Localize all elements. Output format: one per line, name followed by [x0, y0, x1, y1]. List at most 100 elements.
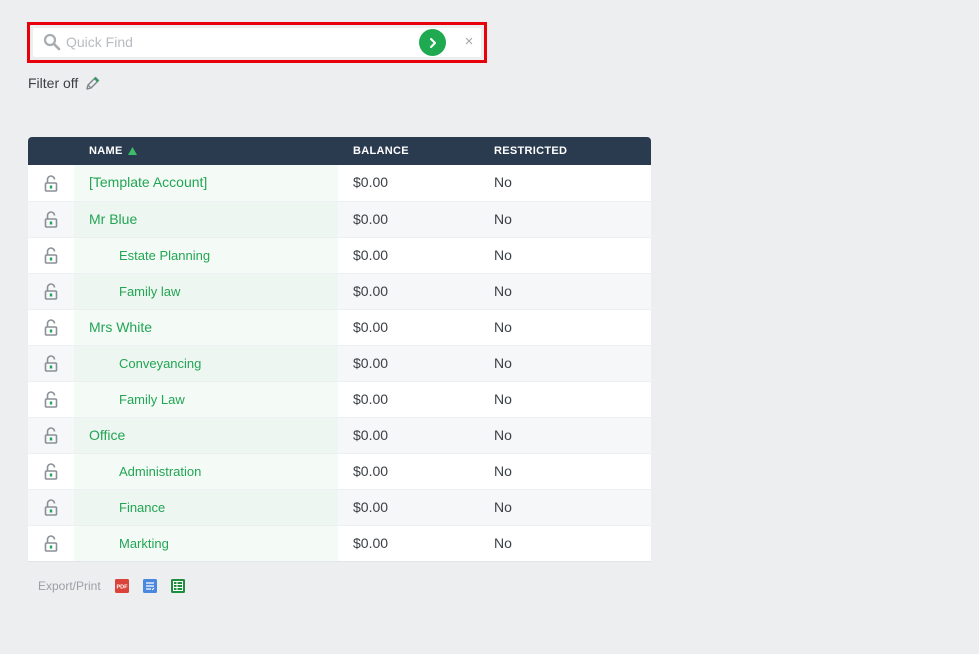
name-cell: Family Law [74, 382, 338, 417]
lock-cell [28, 202, 74, 237]
accounts-table: NAME BALANCE RESTRICTED [Template Accoun… [28, 137, 651, 562]
name-cell: Finance [74, 490, 338, 525]
restricted-cell: No [494, 463, 512, 479]
account-name-link[interactable]: Administration [119, 454, 201, 489]
unlocked-padlock-icon[interactable] [44, 463, 58, 480]
name-cell: Office [74, 418, 338, 453]
unlocked-padlock-icon[interactable] [44, 355, 58, 372]
column-header-balance[interactable]: BALANCE [353, 137, 409, 165]
spreadsheet-icon[interactable] [170, 578, 186, 594]
search-icon [43, 33, 61, 51]
table-row[interactable]: Estate Planning $0.00 No [28, 237, 651, 273]
table-row[interactable]: [Template Account] $0.00 No [28, 165, 651, 201]
table-row[interactable]: Family Law $0.00 No [28, 381, 651, 417]
balance-cell: $0.00 [353, 463, 389, 479]
balance-cell: $0.00 [353, 247, 389, 263]
unlocked-padlock-icon[interactable] [44, 499, 58, 516]
table-row[interactable]: Mrs White $0.00 No [28, 309, 651, 345]
pdf-icon[interactable]: PDF [114, 578, 130, 594]
restricted-cell: No [494, 247, 512, 263]
quick-find-input[interactable] [66, 30, 416, 54]
sort-ascending-icon [127, 147, 137, 155]
table-row[interactable]: Administration $0.00 No [28, 453, 651, 489]
chevron-right-icon [429, 37, 436, 48]
balance-cell: $0.00 [353, 427, 389, 443]
lock-cell [28, 418, 74, 453]
column-header-restricted[interactable]: RESTRICTED [494, 137, 567, 165]
search-go-button[interactable] [419, 29, 446, 56]
balance-cell: $0.00 [353, 499, 389, 515]
account-name-link[interactable]: Office [89, 418, 125, 453]
quick-find-box: × [33, 28, 481, 57]
name-cell: [Template Account] [74, 165, 338, 201]
lock-cell [28, 310, 74, 345]
restricted-cell: No [494, 174, 512, 190]
column-header-name[interactable]: NAME [89, 137, 137, 165]
lock-cell [28, 165, 74, 201]
account-name-link[interactable]: [Template Account] [89, 165, 207, 201]
table-row[interactable]: Conveyancing $0.00 No [28, 345, 651, 381]
edit-filter-pencil-icon[interactable] [84, 75, 101, 92]
account-name-link[interactable]: Markting [119, 526, 169, 561]
restricted-cell: No [494, 499, 512, 515]
lock-cell [28, 526, 74, 561]
csv-icon[interactable] [142, 578, 158, 594]
balance-cell: $0.00 [353, 319, 389, 335]
lock-cell [28, 238, 74, 273]
restricted-cell: No [494, 355, 512, 371]
name-cell: Administration [74, 454, 338, 489]
unlocked-padlock-icon[interactable] [44, 535, 58, 552]
table-header: NAME BALANCE RESTRICTED [28, 137, 651, 165]
restricted-cell: No [494, 391, 512, 407]
unlocked-padlock-icon[interactable] [44, 283, 58, 300]
balance-cell: $0.00 [353, 211, 389, 227]
restricted-cell: No [494, 283, 512, 299]
unlocked-padlock-icon[interactable] [44, 174, 58, 192]
balance-cell: $0.00 [353, 391, 389, 407]
restricted-cell: No [494, 535, 512, 551]
balance-cell: $0.00 [353, 535, 389, 551]
balance-cell: $0.00 [353, 174, 389, 190]
account-name-link[interactable]: Mrs White [89, 310, 152, 345]
restricted-cell: No [494, 427, 512, 443]
filter-status: Filter off [28, 73, 101, 93]
account-name-link[interactable]: Conveyancing [119, 346, 201, 381]
name-cell: Markting [74, 526, 338, 561]
table-row[interactable]: Markting $0.00 No [28, 525, 651, 561]
account-name-link[interactable]: Family Law [119, 382, 185, 417]
account-name-link[interactable]: Family law [119, 274, 180, 309]
column-name-label: NAME [89, 145, 123, 157]
search-highlight: × [27, 22, 487, 63]
table-row[interactable]: Office $0.00 No [28, 417, 651, 453]
name-cell: Conveyancing [74, 346, 338, 381]
account-name-link[interactable]: Finance [119, 490, 165, 525]
lock-cell [28, 490, 74, 525]
table-row[interactable]: Family law $0.00 No [28, 273, 651, 309]
filter-label: Filter off [28, 75, 79, 91]
name-cell: Mrs White [74, 310, 338, 345]
unlocked-padlock-icon[interactable] [44, 211, 58, 228]
pdf-icon-text: PDF [116, 585, 128, 591]
lock-cell [28, 382, 74, 417]
unlocked-padlock-icon[interactable] [44, 391, 58, 408]
export-print-label: Export/Print [38, 579, 101, 593]
unlocked-padlock-icon[interactable] [44, 427, 58, 444]
export-print-bar: Export/Print PDF [38, 577, 198, 595]
table-row[interactable]: Mr Blue $0.00 No [28, 201, 651, 237]
unlocked-padlock-icon[interactable] [44, 247, 58, 264]
name-cell: Family law [74, 274, 338, 309]
balance-cell: $0.00 [353, 283, 389, 299]
lock-cell [28, 454, 74, 489]
restricted-cell: No [494, 319, 512, 335]
name-cell: Mr Blue [74, 202, 338, 237]
unlocked-padlock-icon[interactable] [44, 319, 58, 336]
clear-search-button[interactable]: × [458, 30, 480, 54]
account-name-link[interactable]: Estate Planning [119, 238, 210, 273]
name-cell: Estate Planning [74, 238, 338, 273]
restricted-cell: No [494, 211, 512, 227]
balance-cell: $0.00 [353, 355, 389, 371]
table-row[interactable]: Finance $0.00 No [28, 489, 651, 525]
account-name-link[interactable]: Mr Blue [89, 202, 137, 237]
lock-cell [28, 346, 74, 381]
lock-cell [28, 274, 74, 309]
